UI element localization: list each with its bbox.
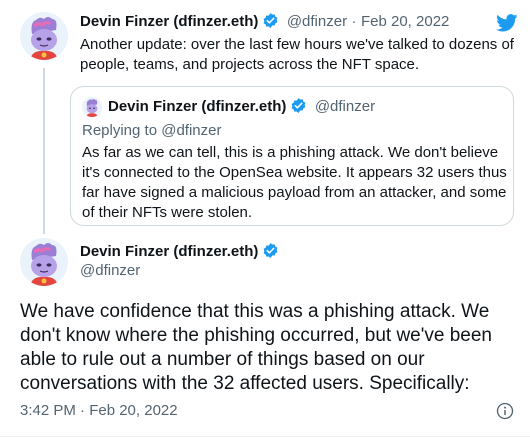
tweet-date[interactable]: Feb 20, 2022 <box>361 13 449 30</box>
avatar[interactable] <box>20 12 68 60</box>
divider <box>0 436 530 437</box>
tweet-header: Devin Finzer (dfinzer.eth) @dfinzer · Fe… <box>80 12 449 31</box>
quoted-tweet-text: As far as we can tell, this is a phishin… <box>82 144 507 221</box>
avatar-image <box>82 97 102 117</box>
author-handle: @dfinzer <box>314 98 376 115</box>
verified-badge-icon <box>291 98 306 113</box>
tweet-author: Devin Finzer (dfinzer.eth) <box>80 242 279 261</box>
info-icon[interactable] <box>496 402 514 420</box>
author-name: Devin Finzer (dfinzer.eth) <box>108 98 287 115</box>
thread-connector-line <box>43 68 45 234</box>
avatar-image <box>20 238 68 286</box>
author-name[interactable]: Devin Finzer (dfinzer.eth) <box>80 243 258 260</box>
tweet-text: Another update: over the last few hours … <box>80 36 514 73</box>
verified-badge-icon <box>263 243 278 258</box>
avatar <box>82 97 102 117</box>
quoted-header: Devin Finzer (dfinzer.eth) @dfinzer <box>108 97 375 116</box>
main-tweet-text: We have confidence that this was a phish… <box>20 301 492 394</box>
verified-badge-icon <box>263 13 278 28</box>
twitter-bird-icon[interactable] <box>496 14 518 32</box>
author-handle[interactable]: @dfinzer <box>80 262 140 279</box>
tweet-timestamp[interactable]: 3:42 PM · Feb 20, 2022 <box>20 402 178 419</box>
replying-to[interactable]: Replying to @dfinzer <box>82 122 221 139</box>
author-handle[interactable]: @dfinzer <box>287 13 347 30</box>
separator-dot: · <box>351 13 357 30</box>
author-name[interactable]: Devin Finzer (dfinzer.eth) <box>80 13 258 30</box>
avatar-image <box>20 12 68 60</box>
quoted-tweet-card[interactable]: Devin Finzer (dfinzer.eth) @dfinzer Repl… <box>70 86 514 226</box>
avatar[interactable] <box>20 238 68 286</box>
